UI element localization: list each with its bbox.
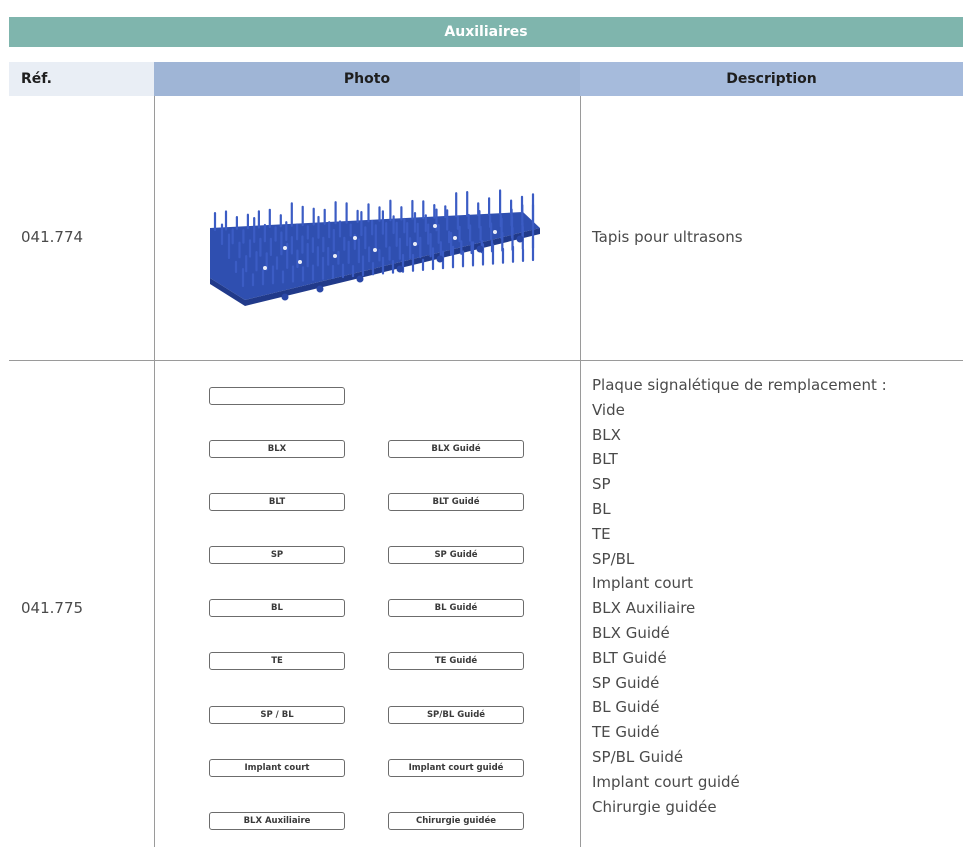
column-divider-2 [580,96,581,847]
description-line: BL Guidé [592,698,660,717]
plate-blt-guide: BLT Guidé [388,493,524,511]
description-line: SP Guidé [592,673,660,692]
description-line: Chirurgie guidée [592,797,717,816]
plate-empty [209,387,345,405]
plate-implant-court-guide: Implant court guidé [388,759,524,777]
plate-bl: BL [209,599,345,617]
column-header-ref: Réf. [9,62,154,96]
description-line: TE [592,524,611,543]
description-line: SP/BL Guidé [592,747,684,766]
plate-chirurgie-guidee: Chirurgie guidée [388,812,524,830]
row-divider [9,360,963,361]
description-line: BLX Guidé [592,623,670,642]
row-description-1: Tapis pour ultrasons [592,228,743,246]
section-title: Auxiliaires [9,17,963,47]
column-header-description: Description [580,62,963,96]
plate-bl-guide: BL Guidé [388,599,524,617]
description-line: BLX [592,425,621,444]
description-line: BLT Guidé [592,648,667,667]
description-line: Implant court guidé [592,772,740,791]
plate-sp-bl-guide: SP/BL Guidé [388,706,524,724]
column-header-photo: Photo [154,62,580,96]
plate-blx-auxiliaire: BLX Auxiliaire [209,812,345,830]
description-line: BLX Auxiliaire [592,599,696,618]
description-line: BL [592,499,611,518]
plate-sp-guide: SP Guidé [388,546,524,564]
description-line: TE Guidé [592,723,660,742]
plate-te: TE [209,652,345,670]
plate-implant-court: Implant court [209,759,345,777]
row-ref-1: 041.774 [21,228,84,246]
plate-sp-bl: SP / BL [209,706,345,724]
row-description-2: Plaque signalétique de remplacement : Vi… [592,373,887,819]
plate-te-guide: TE Guidé [388,652,524,670]
row-ref-2: 041.775 [21,599,84,617]
plate-sp: SP [209,546,345,564]
plate-blt: BLT [209,493,345,511]
description-line: SP [592,475,611,494]
plate-blx: BLX [209,440,345,458]
description-line: BLT [592,450,618,469]
description-line: SP/BL [592,549,635,568]
ultrasonic-mat-image [210,189,540,306]
description-line: Vide [592,400,625,419]
plate-blx-guide: BLX Guidé [388,440,524,458]
column-divider-1 [154,96,155,847]
description-line: Implant court [592,574,694,593]
description-line: Plaque signalétique de remplacement : [592,376,887,394]
